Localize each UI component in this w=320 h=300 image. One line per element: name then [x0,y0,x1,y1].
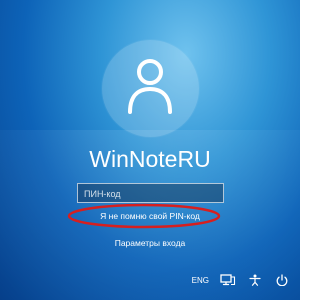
user-avatar [102,40,199,137]
power-icon[interactable] [274,274,290,286]
lock-screen: WinNoteRU Я не помню свой PIN-код Параме… [0,0,300,300]
pin-input[interactable] [78,185,223,203]
ease-of-access-icon[interactable] [247,274,263,286]
sign-in-options-link[interactable]: Параметры входа [0,238,300,248]
network-icon[interactable] [220,274,236,286]
system-tray: ENG [192,274,290,286]
user-icon [128,59,172,114]
language-indicator[interactable]: ENG [192,276,209,285]
forgot-pin-link[interactable]: Я не помню свой PIN-код [0,211,300,221]
username: WinNoteRU [89,146,211,172]
pin-field-container[interactable] [77,183,224,203]
